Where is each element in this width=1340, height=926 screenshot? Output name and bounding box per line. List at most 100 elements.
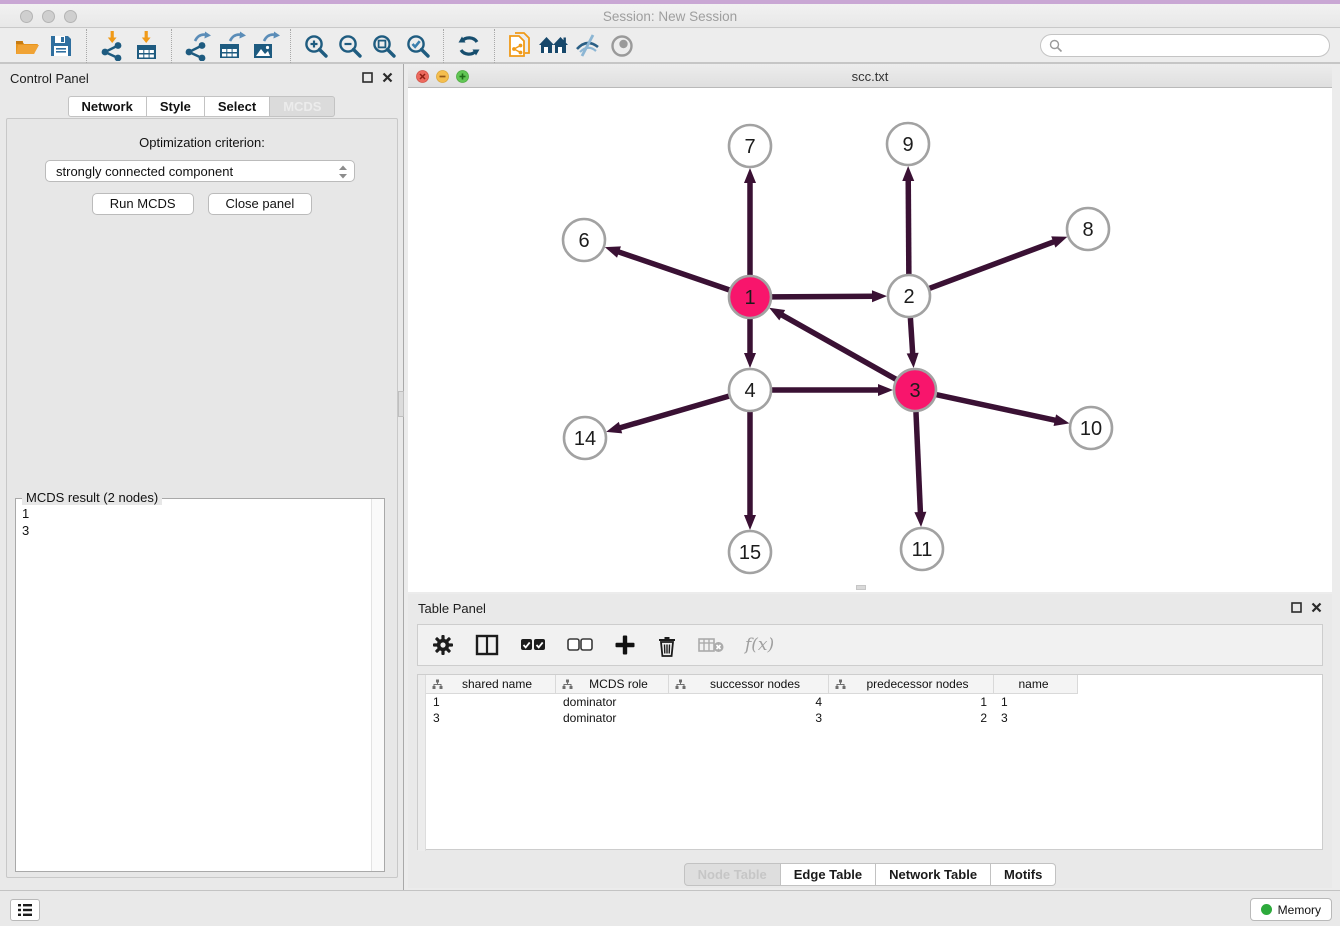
delete-column-icon trash-icon[interactable] (657, 634, 677, 657)
toolbar-separator (171, 29, 172, 63)
cell-predecessor-nodes[interactable]: 2 (829, 710, 994, 726)
table-panel-title: Table Panel (418, 601, 486, 616)
cell-name[interactable]: 1 (994, 694, 1078, 710)
control-panel-title: Control Panel (10, 71, 89, 86)
column-layout-icon[interactable] (475, 634, 499, 656)
graph-edge-2-9[interactable] (908, 178, 909, 274)
network-canvas[interactable]: 7968124314101511 (408, 88, 1332, 592)
mcds-result-text[interactable]: 1 3 (16, 501, 370, 871)
cell-predecessor-nodes[interactable]: 1 (829, 694, 994, 710)
column-header-mcds-role[interactable]: MCDS role (556, 675, 669, 694)
cell-shared-name[interactable]: 1 (426, 694, 556, 710)
graph-edge-4-14[interactable] (618, 396, 729, 428)
export-image-button[interactable] (248, 30, 282, 62)
column-header-name[interactable]: name (994, 675, 1078, 694)
zoom-selected-icon (404, 32, 432, 60)
graph-edge-arrowhead (872, 290, 887, 302)
tab-node-table[interactable]: Node Table (684, 863, 781, 886)
table-panel: Table Panel (408, 594, 1332, 888)
select-all-checkboxes-icon[interactable] (520, 638, 546, 652)
tab-select[interactable]: Select (205, 96, 270, 117)
delete-table-icon[interactable] (698, 636, 724, 654)
criterion-dropdown[interactable]: strongly connected component (45, 160, 355, 182)
graph-edge-2-8[interactable] (930, 241, 1057, 288)
save-session-button[interactable] (44, 30, 78, 62)
close-table-panel-icon[interactable] (1311, 602, 1322, 613)
cell-mcds-role[interactable]: dominator (556, 694, 669, 710)
canvas-scroll-thumb[interactable] (856, 585, 866, 590)
tab-motifs[interactable]: Motifs (991, 863, 1056, 886)
column-header-predecessor-nodes[interactable]: predecessor nodes (829, 675, 994, 694)
tab-network-table[interactable]: Network Table (876, 863, 991, 886)
table-toolbar: f(x) (417, 624, 1323, 666)
graph-node-label: 15 (739, 542, 761, 564)
split-pane-divider[interactable] (398, 391, 404, 417)
zoom-fit-icon (370, 32, 398, 60)
import-network-button[interactable] (95, 30, 129, 62)
window-accent-strip (0, 0, 1340, 4)
add-column-icon plus-icon[interactable] (614, 634, 636, 656)
float-table-panel-icon[interactable] (1291, 602, 1302, 613)
cell-successor-nodes[interactable]: 4 (669, 694, 829, 710)
tab-edge-table[interactable]: Edge Table (781, 863, 876, 886)
close-panel-icon[interactable] (382, 72, 393, 83)
graph-edge-arrowhead (744, 353, 756, 368)
close-panel-button[interactable]: Close panel (208, 193, 313, 215)
graph-node-label: 3 (909, 380, 920, 402)
graph-edge-2-3[interactable] (910, 318, 912, 356)
save-icon (48, 33, 74, 59)
table-row[interactable]: 1 dominator 4 1 1 (426, 694, 1322, 710)
export-network-button[interactable] (180, 30, 214, 62)
hide-selected-button[interactable] (571, 30, 605, 62)
tab-style[interactable]: Style (147, 96, 205, 117)
graph-node-label: 11 (912, 539, 933, 561)
mcds-tab-content: Optimization criterion: strongly connect… (6, 118, 398, 878)
memory-status-icon (1261, 904, 1272, 915)
graph-edge-arrowhead (1051, 236, 1067, 247)
cell-name[interactable]: 3 (994, 710, 1078, 726)
graph-edge-3-1[interactable] (780, 314, 896, 380)
zoom-out-button[interactable] (333, 30, 367, 62)
search-input[interactable] (1068, 39, 1318, 53)
search-field[interactable] (1040, 34, 1330, 57)
graph-node-label: 14 (574, 428, 596, 450)
clear-checkboxes-icon[interactable] (567, 638, 593, 652)
result-scrollbar[interactable] (371, 499, 384, 871)
column-header-successor-nodes[interactable]: successor nodes (669, 675, 829, 694)
network-file-button[interactable] (503, 30, 537, 62)
tab-network[interactable]: Network (68, 96, 147, 117)
export-table-button[interactable] (214, 30, 248, 62)
network-graph[interactable]: 7968124314101511 (408, 88, 1332, 592)
table-row[interactable]: 3 dominator 3 2 3 (426, 710, 1322, 726)
float-panel-icon[interactable] (362, 72, 373, 83)
memory-button[interactable]: Memory (1250, 898, 1332, 921)
tab-mcds[interactable]: MCDS (270, 96, 335, 117)
graph-node-label: 9 (902, 134, 913, 156)
graph-edge-1-2[interactable] (772, 296, 875, 297)
export-table-icon (216, 31, 246, 61)
import-table-button[interactable] (129, 30, 163, 62)
show-all-button[interactable] (605, 30, 639, 62)
graph-edge-arrowhead (606, 422, 622, 434)
column-header-shared-name[interactable]: shared name (426, 675, 556, 694)
table-settings-icon gear-icon[interactable] (432, 634, 454, 656)
zoom-selected-button[interactable] (401, 30, 435, 62)
cell-shared-name[interactable]: 3 (426, 710, 556, 726)
open-session-button[interactable] (10, 30, 44, 62)
criterion-value: strongly connected component (56, 164, 233, 179)
graph-edge-1-6[interactable] (616, 251, 729, 290)
zoom-in-button[interactable] (299, 30, 333, 62)
cell-successor-nodes[interactable]: 3 (669, 710, 829, 726)
task-history-button[interactable] (10, 899, 40, 921)
node-table[interactable]: shared name MCDS role successor nodes (417, 674, 1323, 850)
cell-mcds-role[interactable]: dominator (556, 710, 669, 726)
graph-edge-3-10[interactable] (937, 395, 1058, 421)
graph-edge-arrowhead (605, 246, 621, 257)
run-mcds-button[interactable]: Run MCDS (92, 193, 194, 215)
graph-edge-3-11[interactable] (916, 412, 921, 515)
first-neighbors-button[interactable] (537, 30, 571, 62)
column-flag-icon (432, 679, 443, 690)
refresh-view-button[interactable] (452, 30, 486, 62)
zoom-fit-button[interactable] (367, 30, 401, 62)
graph-node-label: 4 (744, 380, 755, 402)
